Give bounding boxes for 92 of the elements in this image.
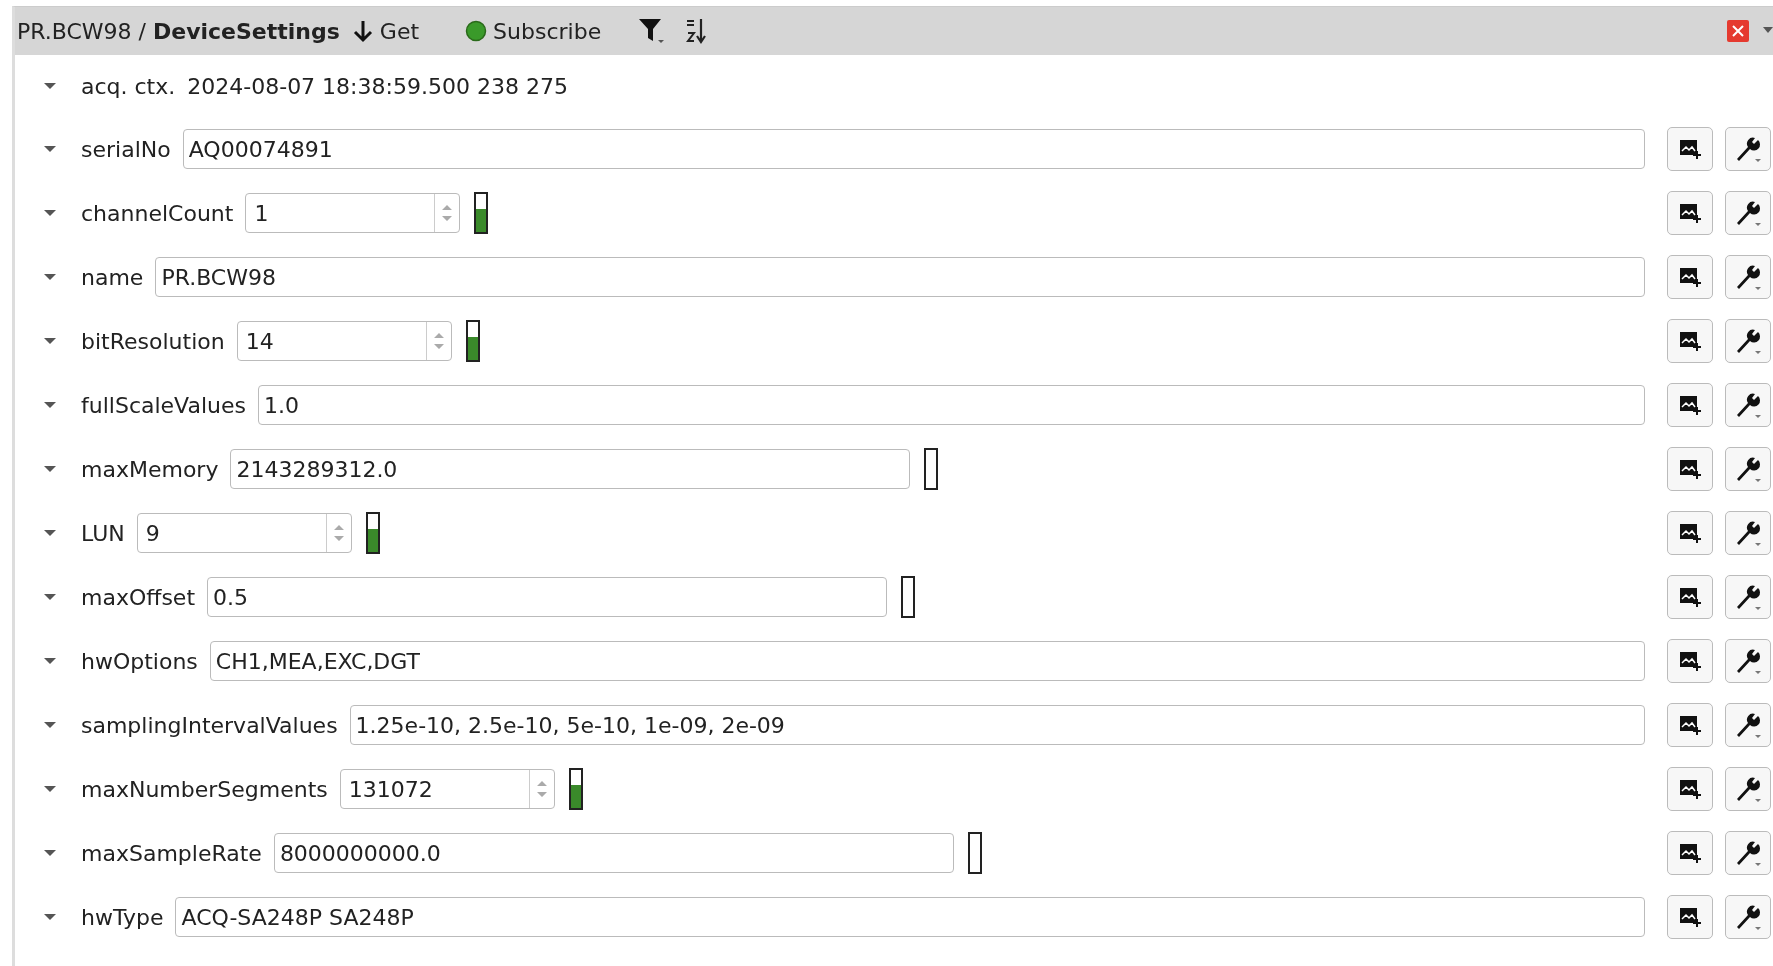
wrench-button[interactable]: [1725, 703, 1771, 747]
add-chart-button[interactable]: [1667, 383, 1713, 427]
wrench-button[interactable]: [1725, 895, 1771, 939]
get-button[interactable]: Get: [343, 18, 428, 44]
wrench-button[interactable]: [1725, 383, 1771, 427]
chart-add-icon: [1678, 522, 1702, 544]
collapse-caret-icon[interactable]: [43, 848, 57, 858]
property-label: hwType: [81, 904, 164, 930]
spin-box[interactable]: 1: [245, 193, 461, 233]
add-chart-button[interactable]: [1667, 447, 1713, 491]
property-label: fullScaleValues: [81, 392, 246, 418]
panel-title: PR.BCW98 / DeviceSettings: [17, 18, 340, 44]
text-field[interactable]: AQ00074891: [182, 129, 1645, 169]
text-field[interactable]: PR.BCW98: [155, 257, 1645, 297]
sort-icon[interactable]: [685, 17, 708, 45]
timestamp-text: 2024-08-07 18:38:59.500 238 275: [187, 73, 568, 99]
collapse-caret-icon[interactable]: [43, 272, 57, 282]
collapse-caret-icon[interactable]: [43, 528, 57, 538]
collapse-caret-icon[interactable]: [43, 144, 57, 154]
close-icon[interactable]: [1727, 20, 1749, 42]
chart-add-icon: [1678, 330, 1702, 352]
property-label: maxMemory: [81, 456, 219, 482]
collapse-caret-icon[interactable]: [43, 784, 57, 794]
down-arrow-icon: [351, 19, 374, 43]
spin-box[interactable]: 9: [136, 513, 352, 553]
chart-add-icon: [1678, 778, 1702, 800]
dropdown-caret-icon[interactable]: [1763, 27, 1773, 35]
collapse-caret-icon[interactable]: [43, 400, 57, 410]
level-meter: [568, 768, 583, 810]
level-meter: [365, 512, 380, 554]
add-chart-button[interactable]: [1667, 703, 1713, 747]
chart-add-icon: [1678, 586, 1702, 608]
collapse-caret-icon[interactable]: [43, 592, 57, 602]
add-chart-button[interactable]: [1667, 639, 1713, 683]
chart-add-icon: [1678, 906, 1702, 928]
add-chart-button[interactable]: [1667, 255, 1713, 299]
collapse-caret-icon[interactable]: [43, 912, 57, 922]
collapse-caret-icon[interactable]: [43, 720, 57, 730]
collapse-caret-icon[interactable]: [43, 81, 57, 91]
add-chart-button[interactable]: [1667, 191, 1713, 235]
chart-add-icon: [1678, 458, 1702, 480]
property-label: channelCount: [81, 200, 234, 226]
chart-add-icon: [1678, 650, 1702, 672]
subscribe-button[interactable]: Subscribe: [457, 18, 610, 44]
wrench-button[interactable]: [1725, 319, 1771, 363]
chart-add-icon: [1678, 202, 1702, 224]
add-chart-button[interactable]: [1667, 319, 1713, 363]
add-chart-button[interactable]: [1667, 831, 1713, 875]
chart-add-icon: [1678, 714, 1702, 736]
add-chart-button[interactable]: [1667, 767, 1713, 811]
number-field[interactable]: 8000000000.0: [273, 833, 954, 873]
wrench-button[interactable]: [1725, 575, 1771, 619]
property-label: LUN: [81, 520, 125, 546]
wrench-button[interactable]: [1725, 639, 1771, 683]
property-label: bitResolution: [81, 328, 225, 354]
property-label: samplingIntervalValues: [81, 712, 338, 738]
add-chart-button[interactable]: [1667, 127, 1713, 171]
text-field[interactable]: ACQ-SA248P SA248P: [175, 897, 1645, 937]
text-field[interactable]: 1.25e-10, 2.5e-10, 5e-10, 1e-09, 2e-09: [349, 705, 1645, 745]
property-label: maxOffset: [81, 584, 196, 610]
spin-box[interactable]: 14: [236, 321, 452, 361]
chart-add-icon: [1678, 266, 1702, 288]
collapse-caret-icon[interactable]: [43, 208, 57, 218]
property-label: hwOptions: [81, 648, 198, 674]
collapse-caret-icon[interactable]: [43, 464, 57, 474]
spin-box[interactable]: 131072: [339, 769, 555, 809]
wrench-button[interactable]: [1725, 767, 1771, 811]
wrench-button[interactable]: [1725, 255, 1771, 299]
property-label: maxSampleRate: [81, 840, 262, 866]
chart-add-icon: [1678, 138, 1702, 160]
property-label: serialNo: [81, 136, 171, 162]
level-meter: [474, 192, 489, 234]
chart-add-icon: [1678, 842, 1702, 864]
add-chart-button[interactable]: [1667, 895, 1713, 939]
number-field[interactable]: 0.5: [207, 577, 888, 617]
wrench-button[interactable]: [1725, 447, 1771, 491]
text-field[interactable]: CH1,MEA,EXC,DGT: [209, 641, 1645, 681]
level-meter: [465, 320, 480, 362]
context-label: acq. ctx.: [81, 73, 176, 99]
wrench-button[interactable]: [1725, 191, 1771, 235]
collapse-caret-icon[interactable]: [43, 656, 57, 666]
property-label: maxNumberSegments: [81, 776, 328, 802]
property-label: name: [81, 264, 144, 290]
number-field[interactable]: 2143289312.0: [230, 449, 911, 489]
add-chart-button[interactable]: [1667, 575, 1713, 619]
text-field[interactable]: 1.0: [258, 385, 1645, 425]
wrench-button[interactable]: [1725, 127, 1771, 171]
wrench-button[interactable]: [1725, 511, 1771, 555]
add-chart-button[interactable]: [1667, 511, 1713, 555]
wrench-button[interactable]: [1725, 831, 1771, 875]
chart-add-icon: [1678, 394, 1702, 416]
collapse-caret-icon[interactable]: [43, 336, 57, 346]
